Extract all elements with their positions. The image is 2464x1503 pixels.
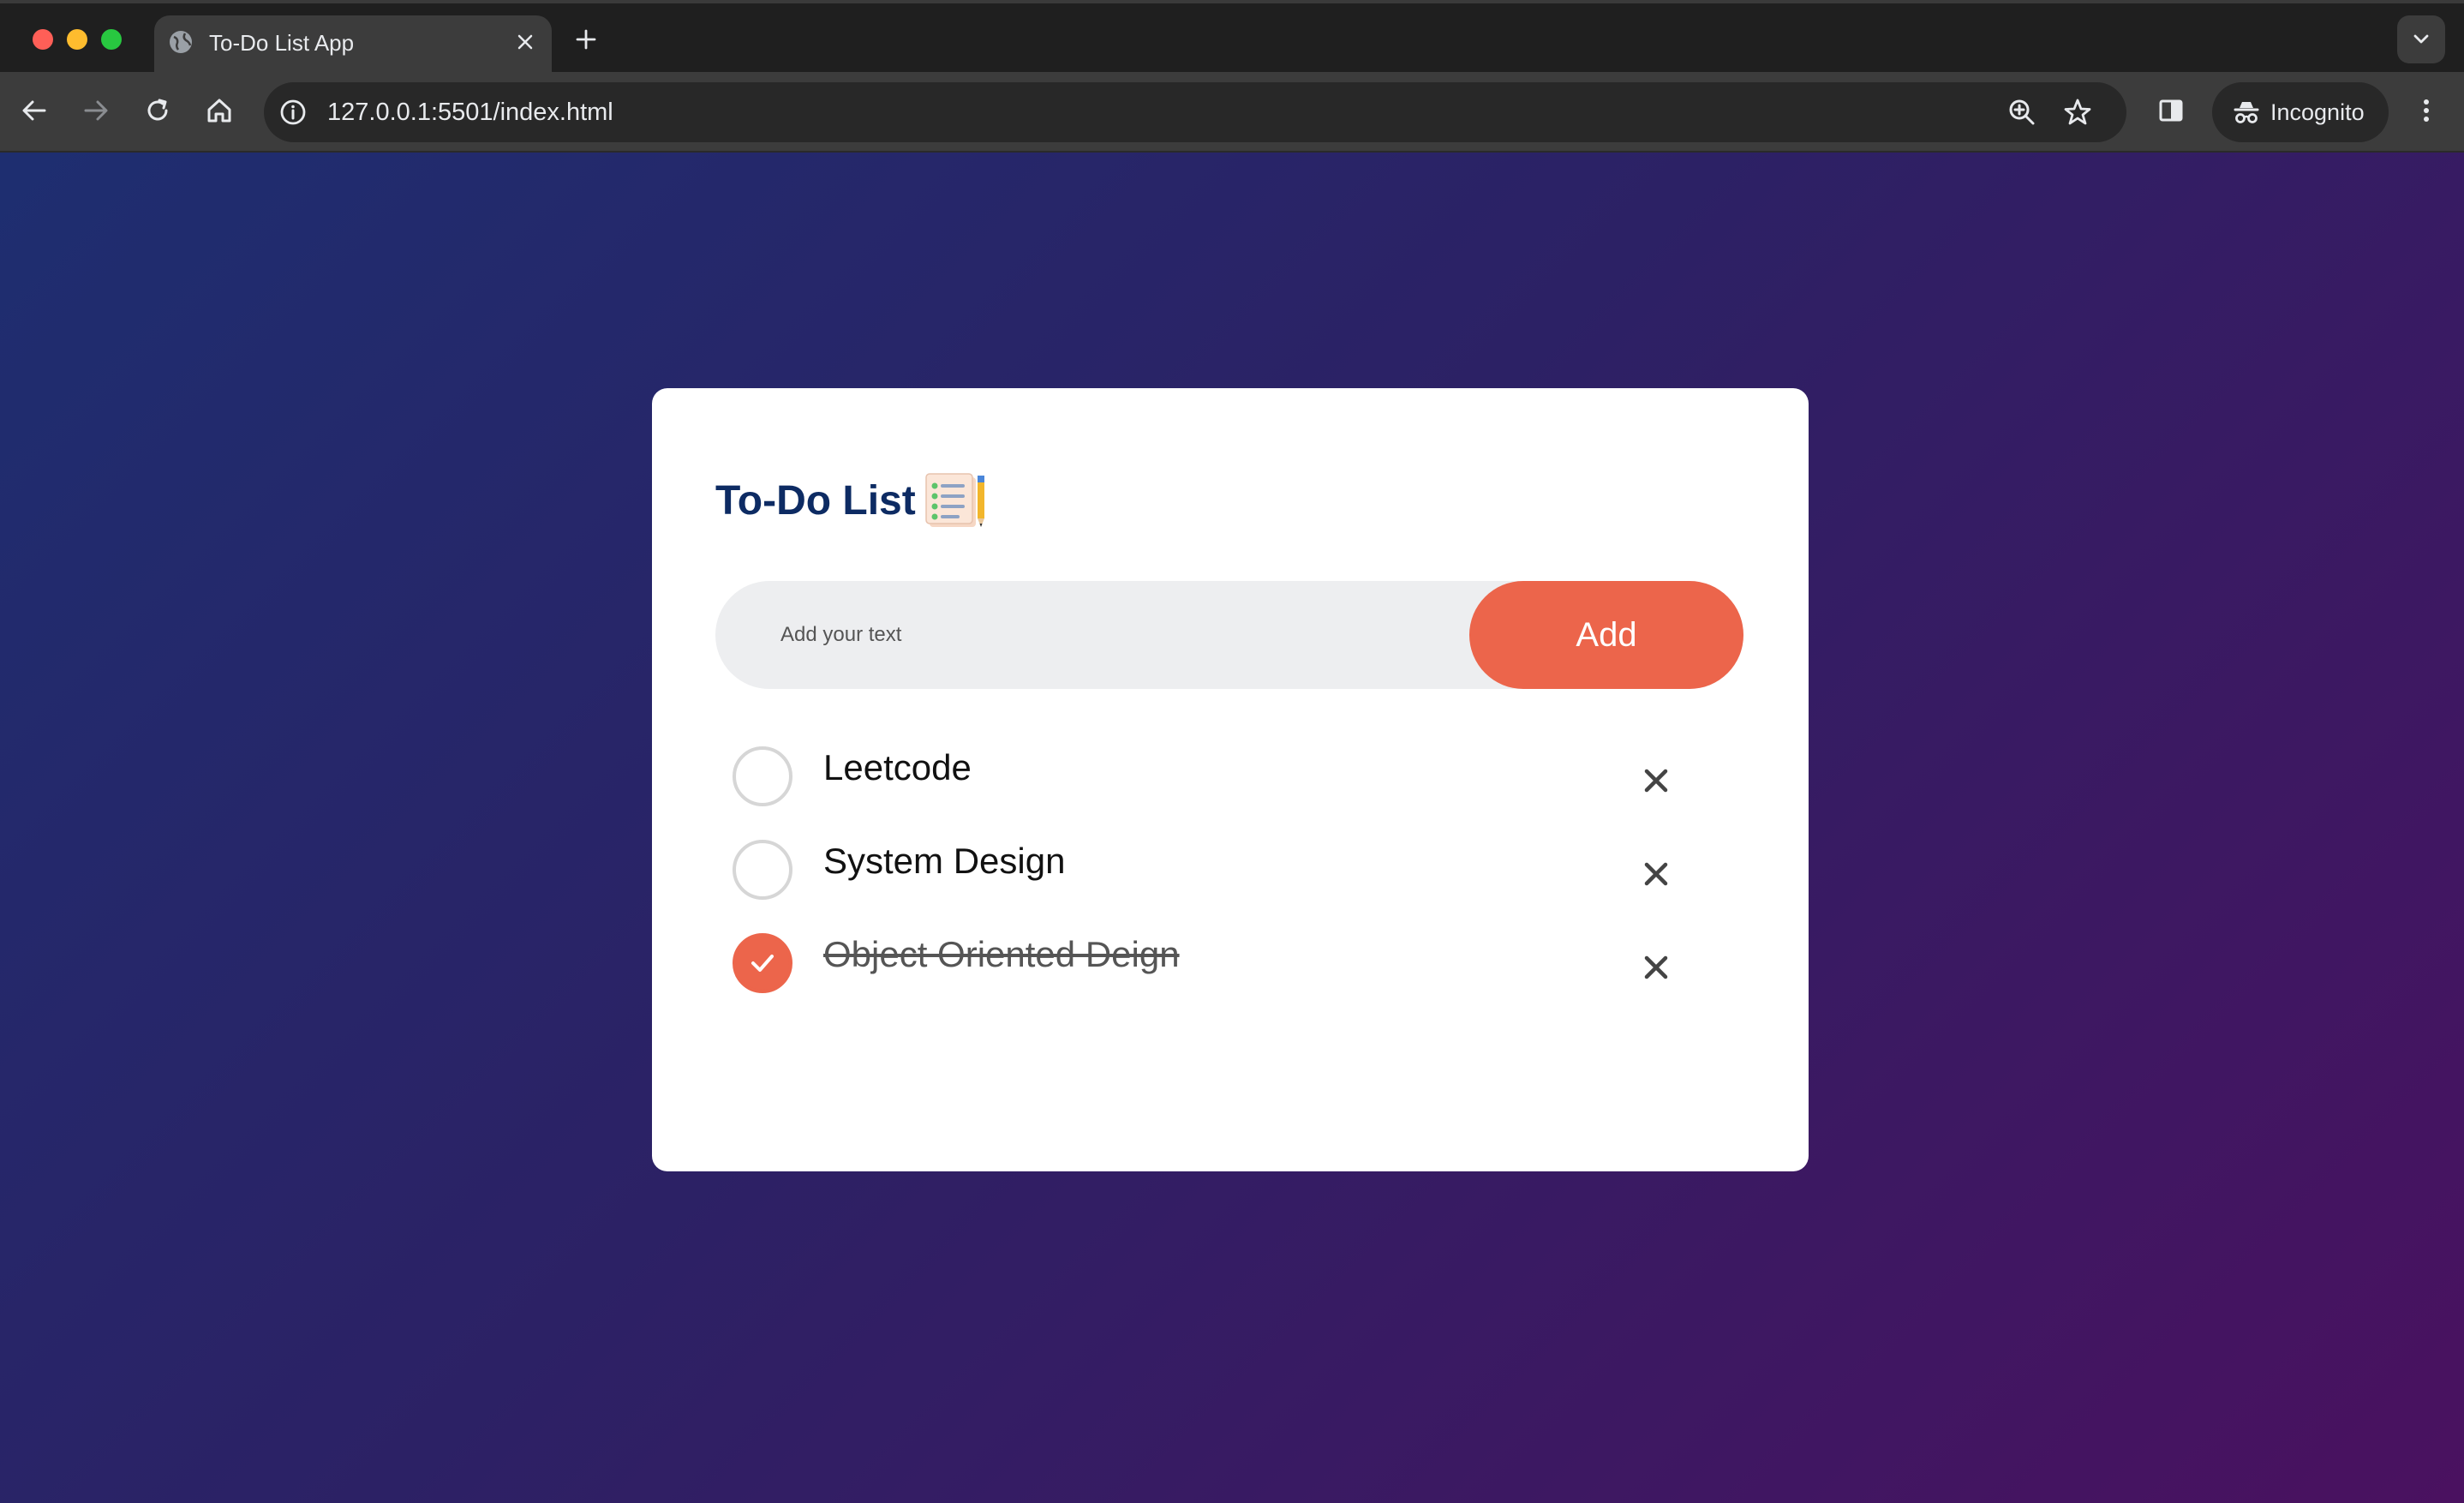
- window-close-button[interactable]: [33, 29, 53, 50]
- list-item[interactable]: Object Oriented Deign: [733, 933, 1718, 1027]
- tab-search-button[interactable]: [2397, 15, 2445, 63]
- delete-x-icon[interactable]: [1641, 952, 1672, 983]
- plus-icon[interactable]: [572, 26, 600, 53]
- unchecked-circle-icon[interactable]: [733, 840, 792, 900]
- url-text[interactable]: 127.0.0.1:5501/index.html: [327, 98, 613, 127]
- list-item[interactable]: Leetcode: [733, 746, 1718, 840]
- checked-circle-icon[interactable]: [733, 933, 792, 993]
- task-input[interactable]: [715, 581, 1469, 689]
- tab-title: To-Do List App: [209, 30, 355, 56]
- side-panel-icon[interactable]: [2154, 93, 2188, 128]
- delete-x-icon[interactable]: [1641, 765, 1672, 796]
- star-icon[interactable]: [2061, 96, 2094, 129]
- task-label[interactable]: Object Oriented Deign: [823, 933, 1180, 976]
- page-title: To-Do List: [715, 478, 916, 524]
- todo-card: To-Do List Add your text Add Leetcode Sy…: [652, 388, 1809, 1171]
- address-bar[interactable]: 127.0.0.1:5501/index.html: [264, 82, 2126, 142]
- chevron-down-icon: [2413, 34, 2429, 44]
- incognito-label: Incognito: [2270, 99, 2365, 125]
- list-item[interactable]: System Design: [733, 840, 1718, 933]
- arrow-right-icon[interactable]: [79, 93, 113, 128]
- page-viewport: To-Do List Add your text Add Leetcode Sy…: [0, 153, 2464, 1503]
- info-icon[interactable]: [278, 97, 308, 128]
- incognito-icon: [2231, 97, 2262, 128]
- reload-icon[interactable]: [141, 93, 175, 128]
- window-minimize-button[interactable]: [67, 29, 87, 50]
- task-label[interactable]: Leetcode: [823, 746, 972, 789]
- zoom-icon[interactable]: [2006, 97, 2037, 128]
- add-button[interactable]: Add: [1469, 581, 1743, 689]
- window-maximize-button[interactable]: [101, 29, 122, 50]
- checkmark-icon: [751, 955, 774, 972]
- browser-tab[interactable]: To-Do List App: [154, 15, 552, 75]
- close-icon[interactable]: [512, 29, 538, 55]
- arrow-left-icon[interactable]: [17, 93, 51, 128]
- task-list: Leetcode System Design Object Oriented Dei…: [733, 746, 1718, 1027]
- add-task-row: Add: [715, 581, 1743, 689]
- browser-toolbar: 127.0.0.1:5501/index.html Incognito: [0, 72, 2464, 153]
- unchecked-circle-icon[interactable]: [733, 746, 792, 806]
- home-icon[interactable]: [202, 93, 236, 128]
- kebab-menu-icon[interactable]: [2409, 93, 2443, 128]
- notepad-pencil-icon: [924, 472, 988, 530]
- globe-icon: [168, 29, 194, 55]
- incognito-indicator[interactable]: Incognito: [2212, 82, 2389, 142]
- task-label[interactable]: System Design: [823, 840, 1065, 883]
- browser-tab-bar: To-Do List App: [0, 0, 2464, 75]
- delete-x-icon[interactable]: [1641, 859, 1672, 889]
